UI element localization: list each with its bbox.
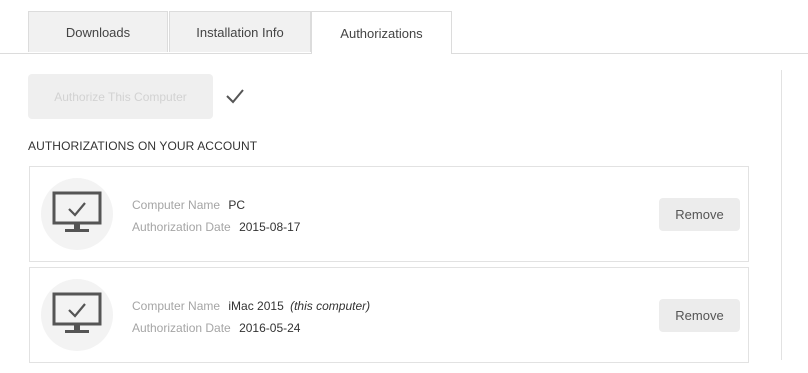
device-avatar bbox=[41, 178, 113, 250]
checkmark-icon bbox=[226, 89, 244, 104]
authorization-date-value: 2015-08-17 bbox=[239, 220, 301, 234]
tab-downloads[interactable]: Downloads bbox=[28, 11, 168, 52]
tab-bar: Downloads Installation Info Authorizatio… bbox=[0, 0, 808, 54]
computer-name-label: Computer Name bbox=[132, 198, 221, 212]
authorization-date-label: Authorization Date bbox=[132, 220, 231, 234]
remove-button[interactable]: Remove bbox=[659, 299, 740, 332]
authorization-card: Computer Name PC Authorization Date 2015… bbox=[29, 166, 749, 262]
authorization-date-label: Authorization Date bbox=[132, 321, 231, 335]
monitor-check-icon bbox=[52, 191, 102, 232]
tab-installation-info[interactable]: Installation Info bbox=[169, 11, 311, 52]
computer-name-row: Computer Name PC bbox=[132, 198, 248, 212]
authorization-card: Computer Name iMac 2015 (this computer) … bbox=[29, 267, 749, 363]
computer-name-value: iMac 2015 bbox=[228, 299, 284, 313]
computer-name-note: (this computer) bbox=[290, 299, 371, 313]
remove-button[interactable]: Remove bbox=[659, 198, 740, 231]
authorization-date-row: Authorization Date 2016-05-24 bbox=[132, 321, 300, 335]
vertical-divider bbox=[781, 70, 782, 360]
authorizations-page: Downloads Installation Info Authorizatio… bbox=[0, 0, 808, 373]
computer-name-row: Computer Name iMac 2015 (this computer) bbox=[132, 299, 370, 313]
authorization-date-row: Authorization Date 2015-08-17 bbox=[132, 220, 300, 234]
device-avatar bbox=[41, 279, 113, 351]
tab-authorizations[interactable]: Authorizations bbox=[311, 11, 452, 54]
section-title: AUTHORIZATIONS ON YOUR ACCOUNT bbox=[28, 139, 258, 153]
computer-name-value: PC bbox=[228, 198, 246, 212]
authorization-date-value: 2016-05-24 bbox=[239, 321, 301, 335]
authorize-computer-button[interactable]: Authorize This Computer bbox=[28, 74, 213, 119]
monitor-check-icon bbox=[52, 292, 102, 333]
computer-name-label: Computer Name bbox=[132, 299, 221, 313]
